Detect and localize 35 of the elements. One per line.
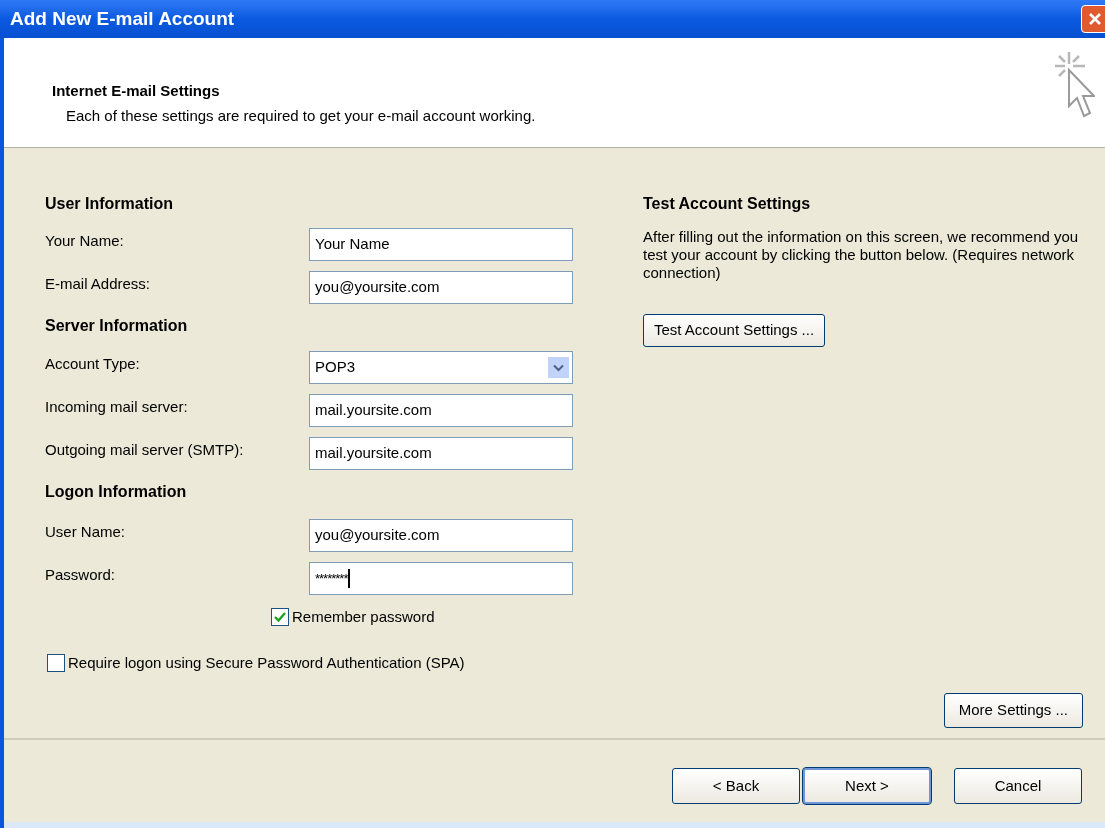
section-heading: User Information: [45, 194, 174, 214]
close-button[interactable]: [1081, 5, 1105, 33]
account-type-dropdown[interactable]: POP3: [309, 351, 573, 384]
header-subtitle: Each of these settings are required to get your e-mail account working.: [66, 105, 536, 126]
checkbox-label[interactable]: Require logon using Secure Password Authentication (SPA): [68, 651, 465, 674]
wizard-button[interactable]: < Back: [672, 768, 800, 804]
field-label: Your Name:: [45, 231, 125, 251]
input-field[interactable]: you@yoursite.com: [309, 519, 573, 552]
field-label: E-mail Address:: [45, 274, 152, 294]
wizard-button[interactable]: Next >: [803, 768, 931, 804]
chevron-down-icon[interactable]: [548, 357, 569, 378]
section-heading: Logon Information: [45, 482, 188, 502]
checkbox[interactable]: [271, 608, 289, 627]
check-icon: [274, 611, 286, 624]
input-field[interactable]: mail.yoursite.com: [309, 394, 573, 427]
section-heading: Test Account Settings: [643, 194, 812, 214]
checkbox-label[interactable]: Remember password: [292, 606, 435, 629]
field-label: Account Type:: [45, 354, 141, 374]
input-field[interactable]: you@yoursite.com: [309, 271, 573, 304]
window-title: Add New E-mail Account: [10, 6, 235, 31]
test-description: After filling out the information on this screen, we recommend you test your account by clicking the button below. (Requires network connection): [643, 228, 1080, 282]
header-title: Internet E-mail Settings: [52, 81, 221, 101]
input-field[interactable]: Your Name: [309, 228, 573, 261]
password-field[interactable]: ********: [309, 562, 573, 595]
input-field[interactable]: mail.yoursite.com: [309, 437, 573, 470]
field-label: Outgoing mail server (SMTP):: [45, 440, 245, 460]
close-icon[interactable]: [1088, 12, 1102, 26]
field-label: User Name:: [45, 522, 127, 542]
more-settings-button[interactable]: More Settings ...: [943, 693, 1083, 728]
wizard-button[interactable]: Cancel: [954, 768, 1082, 804]
field-label: Password:: [45, 565, 117, 585]
field-label: Incoming mail server:: [45, 397, 189, 417]
test-account-settings-button[interactable]: Test Account Settings ...: [643, 314, 826, 347]
checkbox[interactable]: [47, 653, 65, 672]
section-heading: Server Information: [45, 316, 189, 336]
